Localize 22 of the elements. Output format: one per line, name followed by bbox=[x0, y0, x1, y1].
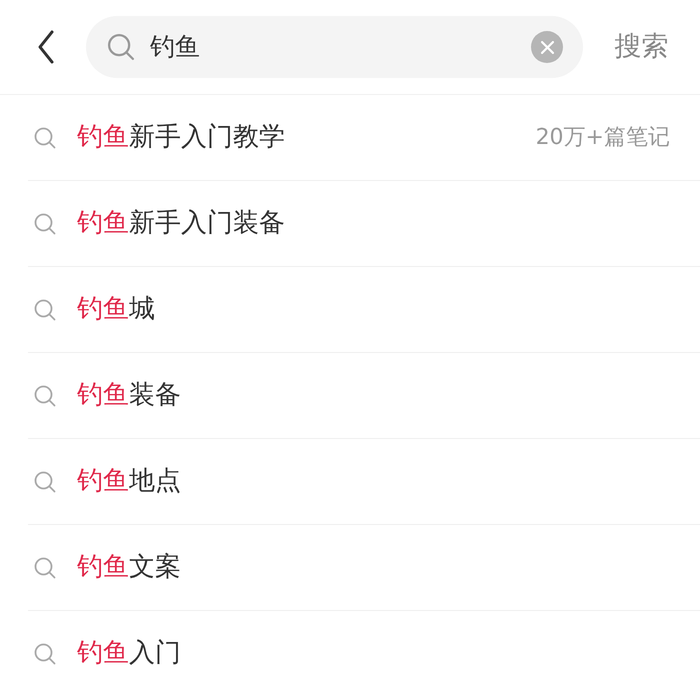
search-icon bbox=[106, 32, 136, 62]
suggestion-item[interactable]: 钓鱼新手入门装备 bbox=[77, 204, 285, 243]
close-icon bbox=[540, 40, 554, 54]
suggestion-item[interactable]: 钓鱼地点 bbox=[77, 462, 181, 501]
search-icon bbox=[33, 642, 57, 666]
note-count: 20万+篇笔记 bbox=[536, 124, 670, 152]
search-icon bbox=[33, 126, 57, 150]
search-icon bbox=[33, 212, 57, 236]
suggestion-item[interactable]: 钓鱼装备 bbox=[77, 376, 181, 415]
clear-button[interactable] bbox=[531, 31, 563, 63]
suggestion-item[interactable]: 钓鱼入门 bbox=[77, 634, 181, 673]
suggestion-item[interactable]: 钓鱼城 bbox=[77, 290, 155, 329]
search-button[interactable]: 搜索 bbox=[583, 26, 700, 68]
search-icon bbox=[33, 470, 57, 494]
search-input[interactable]: 钓鱼 bbox=[150, 28, 531, 66]
search-icon bbox=[33, 556, 57, 580]
search-icon bbox=[33, 298, 57, 322]
search-icon bbox=[33, 384, 57, 408]
search-field[interactable]: 钓鱼 bbox=[86, 16, 583, 78]
back-icon bbox=[37, 29, 55, 65]
suggestion-item[interactable]: 钓鱼新手入门教学 bbox=[77, 118, 285, 157]
suggestion-item[interactable]: 钓鱼文案 bbox=[77, 548, 181, 587]
